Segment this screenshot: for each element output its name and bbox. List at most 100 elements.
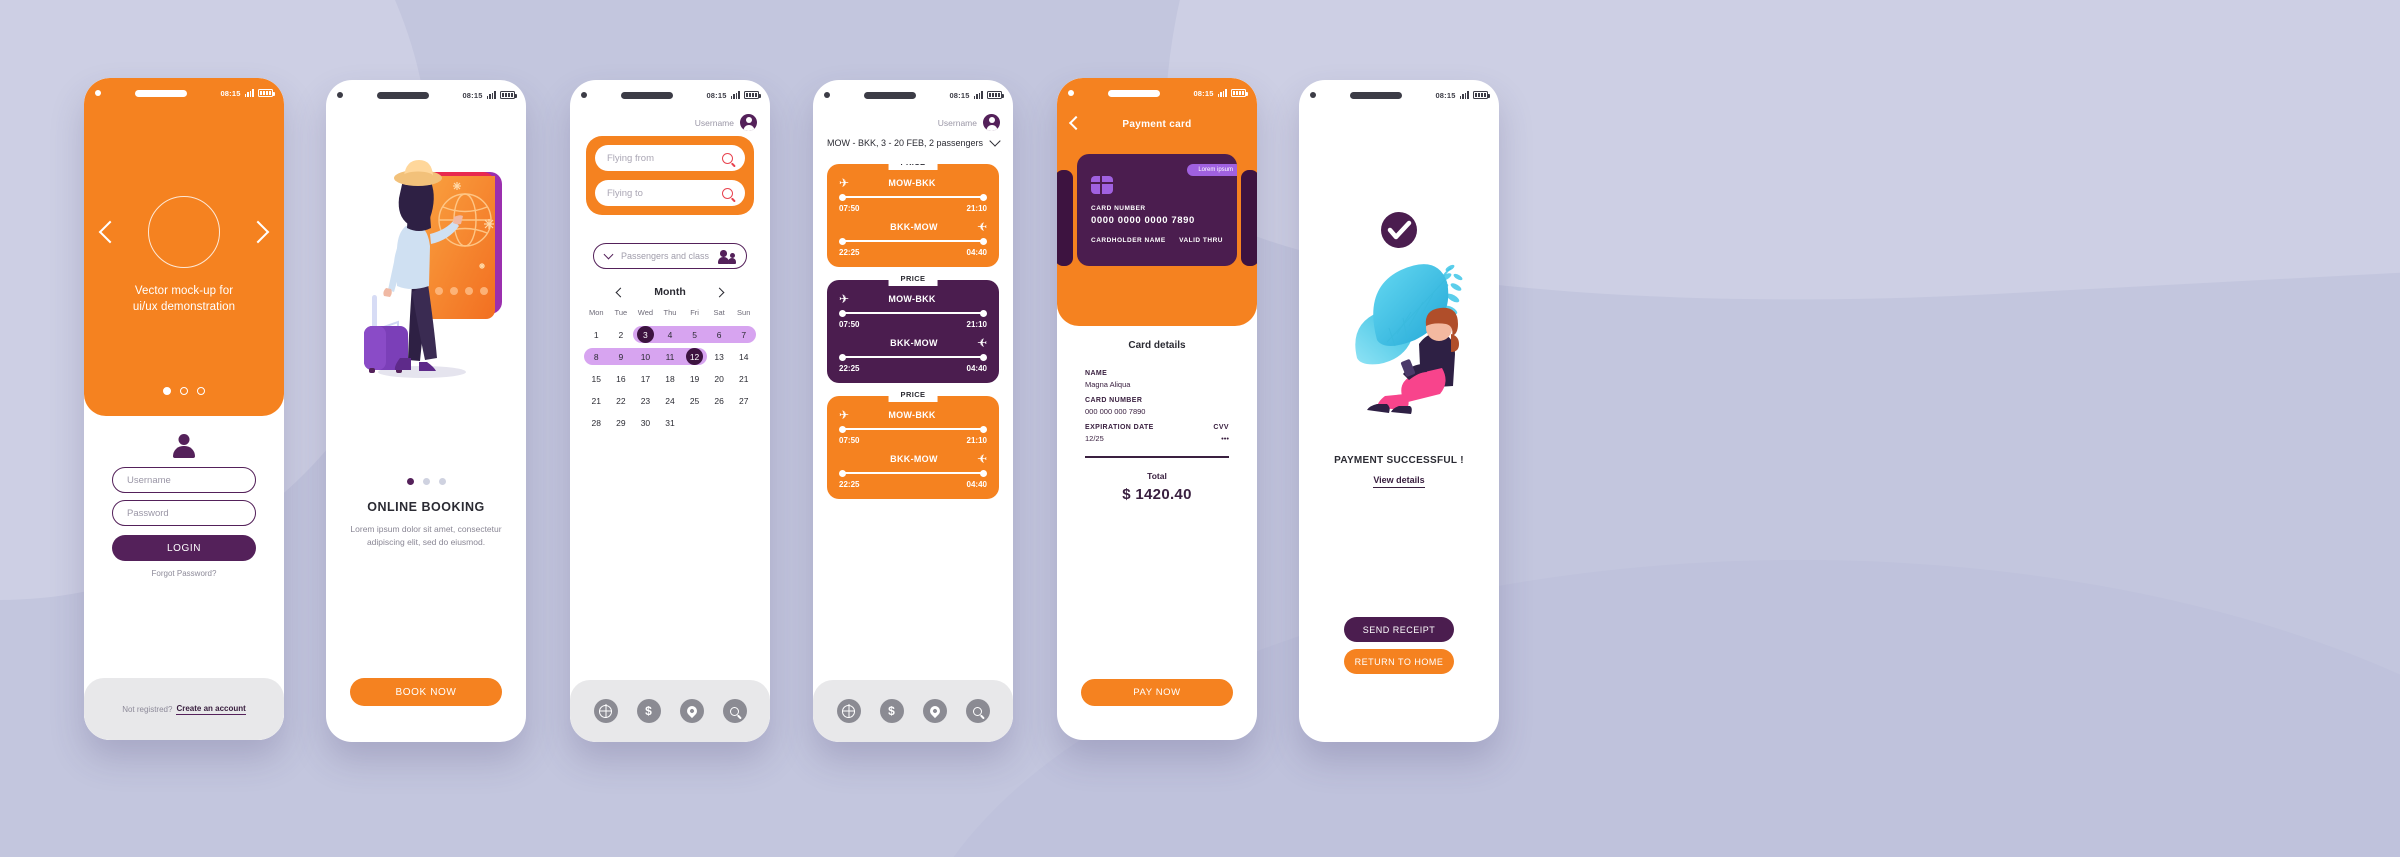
- nav-search-button[interactable]: [722, 699, 747, 723]
- user-row[interactable]: Username: [938, 114, 1000, 131]
- onboarding-dots[interactable]: [326, 478, 526, 485]
- onboarding-dot-2[interactable]: [422, 478, 430, 485]
- price-tab[interactable]: PRICE: [888, 387, 938, 402]
- carousel-dots[interactable]: [84, 387, 284, 395]
- avatar-icon[interactable]: [983, 114, 1000, 131]
- password-input[interactable]: Password: [112, 500, 256, 526]
- calendar-day[interactable]: 6: [706, 326, 732, 343]
- login-button[interactable]: LOGIN: [112, 535, 256, 561]
- flight-card[interactable]: PRICE ✈ MOW-BKK 07:50 21:10 BKK-MOW ✈ 22:25 04:4…: [827, 387, 999, 499]
- nav-price-button[interactable]: $: [879, 699, 904, 723]
- search-icon[interactable]: [722, 187, 733, 199]
- calendar-day[interactable]: 21: [584, 392, 609, 409]
- calendar-day[interactable]: 27: [731, 392, 756, 409]
- calendar-day[interactable]: 5: [682, 326, 707, 343]
- onboarding-dot-1[interactable]: [406, 478, 414, 485]
- calendar-day[interactable]: 18: [658, 370, 683, 387]
- calendar-day[interactable]: 14: [731, 348, 756, 365]
- inbound-route: BKK-MOW: [890, 337, 938, 348]
- cvv-value[interactable]: •••: [1221, 434, 1229, 443]
- calendar-day[interactable]: 23: [633, 392, 658, 409]
- passengers-and-class-select[interactable]: Passengers and class: [593, 243, 747, 269]
- success-illustration: [1299, 200, 1499, 450]
- calendar-day[interactable]: 19: [682, 370, 707, 387]
- calendar-day[interactable]: 20: [707, 370, 732, 387]
- calendar-day[interactable]: 11: [657, 348, 683, 365]
- carousel-dot-3[interactable]: [197, 387, 205, 395]
- expiration-date-value[interactable]: 12/25: [1085, 434, 1104, 443]
- search-icon[interactable]: [722, 152, 733, 164]
- calendar-grid[interactable]: Mon Tue Wed Thu Fri Sat Sun 1 2 3 4 5 6 7 8 9 10 11 12 13 14…: [584, 308, 756, 431]
- credit-card[interactable]: Lorem ipsum CARD NUMBER 0000 0000 0000 7…: [1077, 154, 1237, 266]
- search-icon: [730, 706, 739, 716]
- forgot-password-link[interactable]: Forgot Password?: [84, 569, 284, 578]
- send-receipt-button[interactable]: SEND RECEIPT: [1344, 617, 1454, 642]
- nav-location-button[interactable]: [922, 699, 947, 723]
- avatar-icon[interactable]: [740, 114, 757, 131]
- username-input[interactable]: Username: [112, 467, 256, 493]
- return-to-home-button[interactable]: RETURN TO HOME: [1344, 649, 1454, 674]
- user-row[interactable]: Username: [695, 114, 757, 131]
- flight-card[interactable]: PRICE ✈ MOW-BKK 07:50 21:10 BKK-MOW ✈ 22:25 04:4…: [827, 164, 999, 267]
- calendar-day[interactable]: 12: [682, 348, 707, 365]
- trip-summary[interactable]: MOW - BKK, 3 - 20 FEB, 2 passengers: [827, 135, 1001, 148]
- status-bar: 08:15: [1299, 80, 1499, 110]
- divider: [1085, 456, 1229, 458]
- calendar-day[interactable]: 28: [584, 414, 609, 431]
- chevron-down-icon: [603, 249, 614, 260]
- calendar-day[interactable]: 8: [584, 348, 609, 365]
- name-value[interactable]: Magna Aliqua: [1085, 380, 1229, 389]
- nav-globe-button[interactable]: [836, 699, 861, 723]
- card-carousel-prev[interactable]: [1057, 170, 1073, 266]
- calendar-day[interactable]: 24: [658, 392, 683, 409]
- pay-now-button[interactable]: PAY NOW: [1081, 679, 1233, 706]
- calendar-day[interactable]: 7: [731, 326, 756, 343]
- calendar-day[interactable]: 22: [609, 392, 634, 409]
- nav-search-button[interactable]: [965, 699, 990, 723]
- price-tab[interactable]: PRICE: [888, 271, 938, 286]
- flight-card[interactable]: PRICE ✈ MOW-BKK 07:50 21:10 BKK-MOW ✈ 22:25 04:4…: [827, 271, 999, 383]
- calendar-day[interactable]: 29: [609, 414, 634, 431]
- inbound-times: 22:25 04:40: [839, 248, 987, 257]
- onboarding-dot-3[interactable]: [438, 478, 446, 485]
- calendar-day[interactable]: 16: [609, 370, 634, 387]
- card-carousel-next[interactable]: [1241, 170, 1257, 266]
- phone-screen-payment: 08:15 Payment card Lorem ipsum CARD NUMB…: [1057, 78, 1257, 740]
- calendar-prev-month-button[interactable]: [615, 287, 626, 297]
- nav-price-button[interactable]: $: [636, 699, 661, 723]
- calendar-day[interactable]: 17: [633, 370, 658, 387]
- calendar-day[interactable]: 13: [707, 348, 732, 365]
- inbound-depart-time: 22:25: [839, 364, 860, 373]
- nav-globe-button[interactable]: [593, 699, 618, 723]
- phone-screen-success: 08:15 PAYMENT SUCCESSFUL ! View details …: [1299, 80, 1499, 742]
- view-details-link[interactable]: View details: [1299, 475, 1499, 488]
- calendar-day[interactable]: 25: [682, 392, 707, 409]
- calendar-day[interactable]: 4: [657, 326, 683, 343]
- book-now-button[interactable]: BOOK NOW: [350, 678, 502, 706]
- calendar-day[interactable]: 30: [633, 414, 658, 431]
- calendar-day[interactable]: 2: [609, 326, 634, 343]
- calendar-day[interactable]: 10: [633, 348, 658, 365]
- calendar-day[interactable]: 26: [707, 392, 732, 409]
- flying-from-input[interactable]: Flying from: [595, 145, 745, 171]
- chevron-down-icon[interactable]: [989, 135, 1001, 147]
- flight-list[interactable]: PRICE ✈ MOW-BKK 07:50 21:10 BKK-MOW ✈ 22:25 04:4…: [827, 164, 999, 680]
- calendar-day[interactable]: 3: [633, 326, 658, 343]
- nav-location-button[interactable]: [679, 699, 704, 723]
- calendar-empty: [682, 414, 707, 431]
- flying-to-input[interactable]: Flying to: [595, 180, 745, 206]
- calendar-day[interactable]: 1: [584, 326, 609, 343]
- calendar-day[interactable]: 15: [584, 370, 609, 387]
- create-account-link[interactable]: Create an account: [176, 704, 246, 715]
- calendar-next-month-button[interactable]: [714, 287, 725, 297]
- back-button[interactable]: [1068, 115, 1084, 131]
- price-tab[interactable]: PRICE: [888, 164, 938, 170]
- signal-icon: [486, 91, 496, 99]
- calendar-day[interactable]: 21: [731, 370, 756, 387]
- carousel-dot-2[interactable]: [180, 387, 188, 395]
- calendar-day[interactable]: 9: [608, 348, 634, 365]
- carousel-dot-1[interactable]: [163, 387, 171, 395]
- calendar-day-of-week: Mon: [588, 308, 604, 317]
- calendar-day[interactable]: 31: [658, 414, 683, 431]
- card-number-value[interactable]: 000 000 000 7890: [1085, 407, 1229, 416]
